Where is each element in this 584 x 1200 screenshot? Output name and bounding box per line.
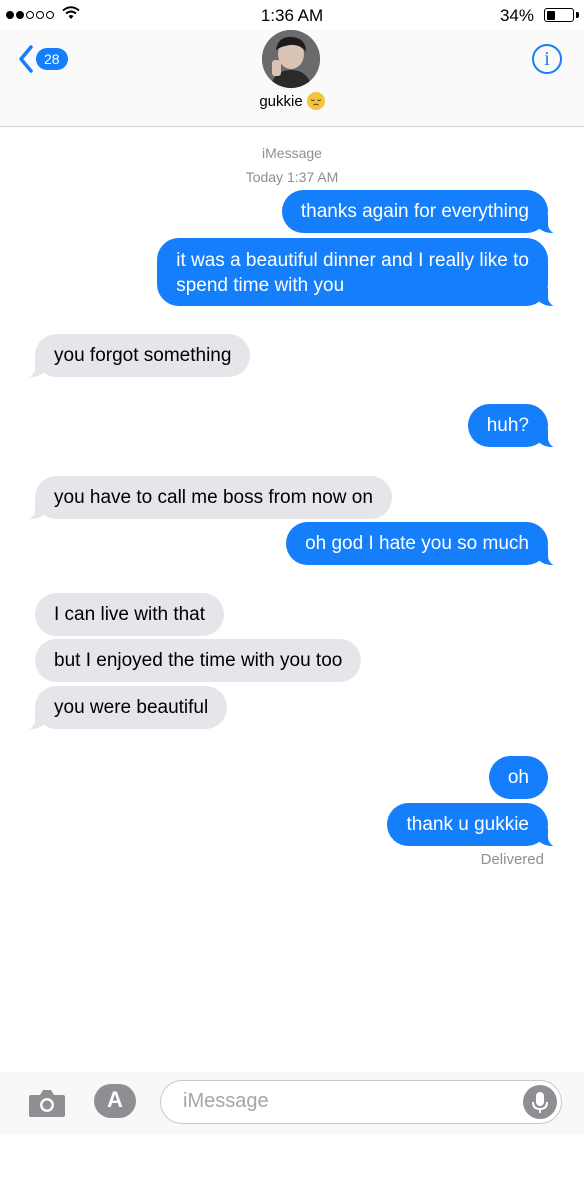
- service-label: iMessage: [262, 145, 322, 161]
- outgoing-message[interactable]: thanks again for everything: [281, 190, 569, 234]
- unread-count-badge: 28: [36, 48, 68, 70]
- message-field[interactable]: [160, 1080, 562, 1124]
- contact-name[interactable]: gukkie: [0, 92, 584, 110]
- back-button[interactable]: 28: [18, 44, 68, 74]
- outgoing-message[interactable]: oh: [488, 756, 548, 799]
- status-time: 1:36 AM: [260, 6, 324, 25]
- status-bar: 1:36 AM 34%: [0, 0, 584, 30]
- incoming-message[interactable]: but I enjoyed the time with you too: [35, 639, 362, 682]
- app-store-icon: A: [107, 1087, 123, 1112]
- conversation-header: 28 gukkie i: [0, 30, 584, 127]
- microphone-icon: [532, 1092, 548, 1113]
- chevron-left-icon: [19, 45, 33, 73]
- message-input[interactable]: [181, 1089, 505, 1114]
- battery-icon: [544, 8, 574, 22]
- thread-timestamp: Today 1:37 AM: [245, 169, 339, 185]
- incoming-message[interactable]: you forgot something: [14, 334, 251, 378]
- contact-avatar[interactable]: [262, 30, 320, 88]
- avatar-photo: [262, 30, 320, 88]
- app-store-button[interactable]: A: [94, 1084, 136, 1118]
- info-icon: i: [544, 48, 550, 70]
- delivered-status: Delivered: [480, 851, 544, 868]
- microphone-button[interactable]: [523, 1085, 557, 1119]
- battery-percentage: 34%: [499, 6, 534, 25]
- incoming-message[interactable]: you have to call me boss from now on: [15, 476, 392, 520]
- incoming-message[interactable]: I can live with that: [35, 593, 225, 636]
- info-button[interactable]: i: [532, 44, 562, 74]
- outgoing-message[interactable]: oh god I hate you so much: [286, 522, 568, 566]
- incoming-message[interactable]: you were beautiful: [14, 686, 228, 730]
- outgoing-message[interactable]: thank u gukkie: [387, 803, 568, 847]
- camera-icon[interactable]: [28, 1088, 66, 1118]
- pensive-face-emoji-icon: [306, 92, 325, 110]
- outgoing-message[interactable]: huh?: [467, 404, 569, 448]
- composer-bar: A: [0, 1072, 584, 1134]
- battery-tip: [576, 12, 579, 18]
- outgoing-message[interactable]: it was a beautiful dinner and I really l…: [157, 238, 568, 307]
